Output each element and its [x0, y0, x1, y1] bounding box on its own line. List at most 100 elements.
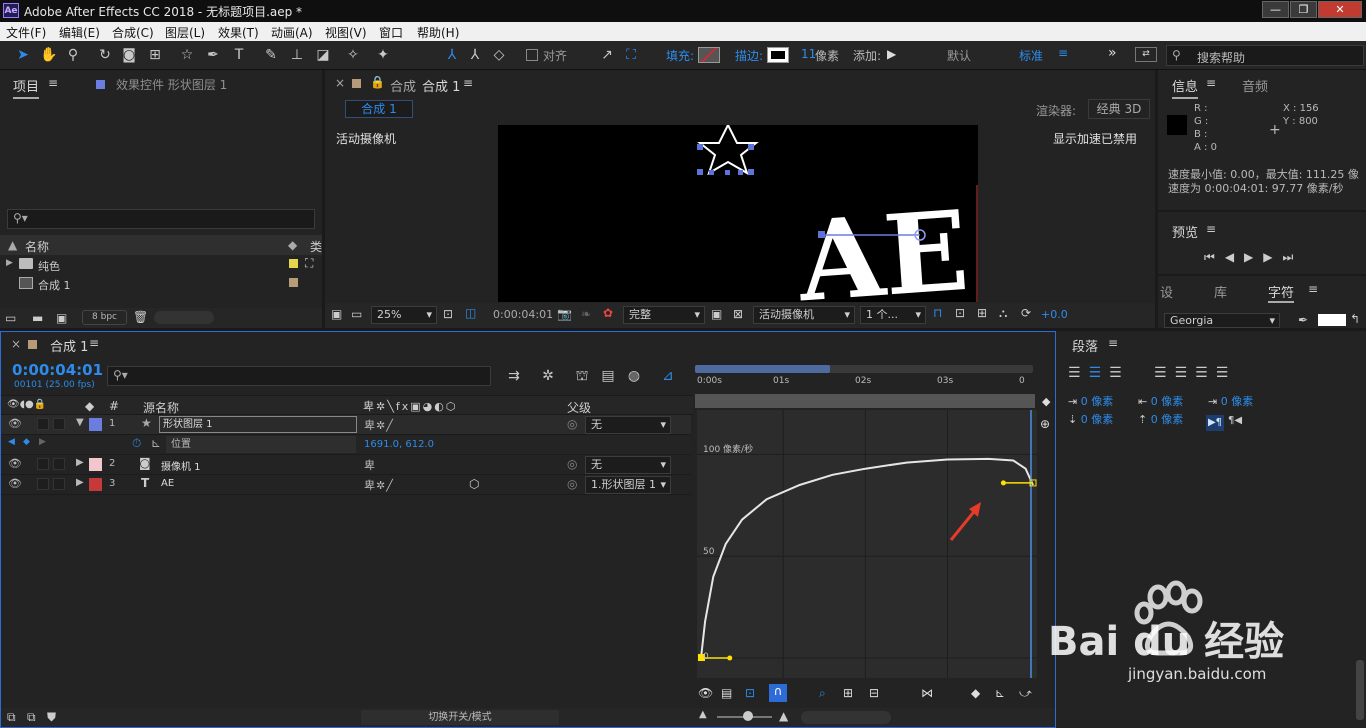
snap-grid-icon[interactable]: ⛶ — [622, 46, 640, 64]
view-layout-select[interactable]: 1 个... ▾ — [860, 306, 926, 324]
label-color-swatch[interactable] — [289, 278, 298, 287]
current-timecode[interactable]: 0:00:04:01 — [12, 361, 103, 379]
close-tab-icon[interactable]: × — [335, 76, 345, 90]
in-out-pane-icon[interactable]: ⛊ — [47, 710, 56, 725]
pick-whip-icon[interactable]: ◎ — [567, 477, 577, 491]
first-frame-icon[interactable]: ⏮ — [1204, 250, 1225, 264]
column-parent[interactable]: 父级 — [567, 399, 591, 416]
layer-name[interactable]: 摄像机 1 — [161, 458, 201, 473]
menu-composition[interactable]: 合成(C) — [112, 24, 154, 41]
exposure-value[interactable]: +0.0 — [1041, 308, 1068, 321]
last-frame-icon[interactable]: ⏭ — [1283, 250, 1304, 264]
linear-keyframe-icon[interactable]: ⊾ — [995, 686, 1005, 700]
align-center-icon[interactable]: ☰ — [1089, 365, 1110, 381]
stroke-swatch[interactable] — [767, 47, 789, 63]
close-tab-icon[interactable]: × — [11, 337, 21, 351]
graph-type-icon[interactable]: ▤ — [721, 686, 732, 700]
project-item-folder[interactable]: ▶ 纯色 ⛶ — [0, 256, 322, 275]
visibility-eye-icon[interactable]: 👁 — [8, 477, 22, 490]
workspace-default[interactable]: 默认 — [947, 47, 971, 64]
reset-exposure-icon[interactable]: ⟳ — [1021, 306, 1031, 320]
label-color-swatch[interactable] — [289, 259, 298, 268]
layer-switches[interactable]: 卑✲╱ — [364, 477, 394, 493]
panel-menu-icon[interactable]: ≡ — [48, 76, 58, 90]
show-snapshot-icon[interactable]: ❧ — [581, 307, 591, 321]
paragraph-title[interactable]: 段落 — [1072, 336, 1098, 355]
ltr-direction-icon[interactable]: ▶¶ — [1206, 415, 1224, 431]
keyframe-edit-icon[interactable]: ⋈ — [921, 686, 933, 700]
show-properties-icon[interactable]: 👁 — [698, 686, 713, 700]
separate-dimensions-icon[interactable]: ⊟ — [869, 686, 879, 700]
camera-tool-icon[interactable]: ◙ — [120, 46, 138, 64]
space-before-field[interactable]: ⇣ 0 像素 — [1068, 411, 1113, 427]
star-shape-tool-icon[interactable]: ☆ — [178, 46, 196, 64]
work-area-strip[interactable] — [695, 394, 1035, 408]
add-menu-icon[interactable]: ▶ — [887, 47, 896, 61]
brush-tool-icon[interactable]: ✎ — [262, 46, 280, 64]
expand-arrow-icon[interactable]: ▶ — [6, 258, 13, 268]
solo-switch[interactable] — [37, 478, 49, 490]
menu-window[interactable]: 窗口 — [379, 24, 403, 41]
close-button[interactable]: ✕ — [1318, 1, 1362, 18]
rtl-direction-icon[interactable]: ¶◀ — [1228, 415, 1242, 426]
menu-help[interactable]: 帮助(H) — [417, 24, 459, 41]
composition-canvas[interactable]: AE — [498, 125, 978, 302]
solo-switch[interactable] — [37, 418, 49, 430]
snap-checkbox[interactable] — [526, 49, 538, 61]
indent-first-line-field[interactable]: ⇥ 0 像素 — [1208, 393, 1253, 409]
timeline-tab[interactable]: 合成 1 — [50, 336, 88, 355]
panel-menu-icon[interactable]: ≡ — [1206, 222, 1216, 236]
visibility-eye-icon[interactable]: 👁 — [8, 457, 22, 470]
interpret-footage-icon[interactable]: ▭ — [5, 311, 16, 325]
graph-include-icon[interactable]: ⊾ — [151, 436, 161, 450]
snapshot-icon[interactable]: 📷 — [557, 307, 572, 321]
puppet-pin-tool-icon[interactable]: ✦ — [374, 46, 392, 64]
tab-library[interactable]: 库 — [1214, 282, 1227, 301]
justify-all-icon[interactable]: ☰ — [1216, 365, 1237, 381]
fill-label[interactable]: 填充: — [666, 47, 694, 64]
graph-snapshot-icon[interactable]: ⊕ — [1040, 417, 1050, 431]
menu-edit[interactable]: 编辑(E) — [59, 24, 100, 41]
column-name[interactable]: 名称 — [25, 238, 49, 255]
timeline-icon[interactable]: ⊞ — [977, 306, 987, 320]
fast-preview-icon[interactable]: ⊡ — [955, 306, 965, 320]
indent-right-field[interactable]: ⇤ 0 像素 — [1138, 393, 1183, 409]
transparency-grid-icon[interactable]: ⊠ — [733, 307, 743, 321]
column-source-name[interactable]: 源名称 — [143, 399, 179, 416]
monitor-icon[interactable]: ▭ — [351, 307, 362, 321]
parent-select[interactable]: 无 ▾ — [585, 416, 671, 434]
layer-row[interactable]: 👁 ▶ 2 ◙ 摄像机 1 卑 ◎ 无 ▾ — [1, 455, 691, 475]
swap-color-icon[interactable]: ↰ — [1350, 312, 1360, 326]
menu-animation[interactable]: 动画(A) — [271, 24, 313, 41]
layer-label-color[interactable] — [89, 458, 102, 471]
pixel-aspect-icon[interactable]: ⊓ — [933, 306, 942, 320]
project-item-comp[interactable]: 合成 1 — [0, 275, 322, 294]
tab-align[interactable]: 设 — [1160, 282, 1173, 301]
view-axis-icon[interactable]: ◇ — [490, 46, 508, 64]
prev-frame-icon[interactable]: ◀ — [1225, 250, 1244, 264]
add-keyframe-icon[interactable]: ◆ — [23, 437, 30, 447]
comp-button-icon[interactable]: ◆ — [1042, 395, 1050, 408]
region-of-interest-icon[interactable]: ▣ — [711, 307, 722, 321]
menu-view[interactable]: 视图(V) — [325, 24, 367, 41]
lock-icon[interactable]: 🔒 — [370, 75, 385, 89]
layer-label-color[interactable] — [89, 418, 102, 431]
safe-zones-icon[interactable]: ⊡ — [443, 307, 453, 321]
minimize-button[interactable]: — — [1262, 1, 1289, 18]
tab-preview[interactable]: 预览 — [1172, 222, 1198, 241]
trash-icon[interactable]: 🗑 — [133, 310, 148, 324]
pan-behind-tool-icon[interactable]: ⊞ — [146, 46, 164, 64]
next-keyframe-icon[interactable]: ▶ — [39, 437, 46, 447]
mask-visibility-icon[interactable]: ◫ — [465, 306, 476, 320]
bit-depth-button[interactable]: 8 bpc — [82, 310, 127, 325]
tab-effect-controls[interactable]: 效果控件 形状图层 1 — [116, 76, 227, 93]
pen-tool-icon[interactable]: ✒ — [204, 46, 222, 64]
hand-tool-icon[interactable]: ✋ — [40, 46, 58, 64]
color-channels-icon[interactable]: ✿ — [603, 306, 613, 320]
world-axis-icon[interactable]: ⅄ — [466, 46, 484, 64]
thumbnail-scrollbar[interactable] — [154, 311, 214, 324]
workspace-menu-icon[interactable]: ≡ — [1058, 46, 1068, 60]
solo-switch[interactable] — [37, 458, 49, 470]
project-search-input[interactable]: ⚲▾ — [7, 209, 315, 229]
collapse-arrow-icon[interactable]: ▼ — [76, 417, 84, 428]
